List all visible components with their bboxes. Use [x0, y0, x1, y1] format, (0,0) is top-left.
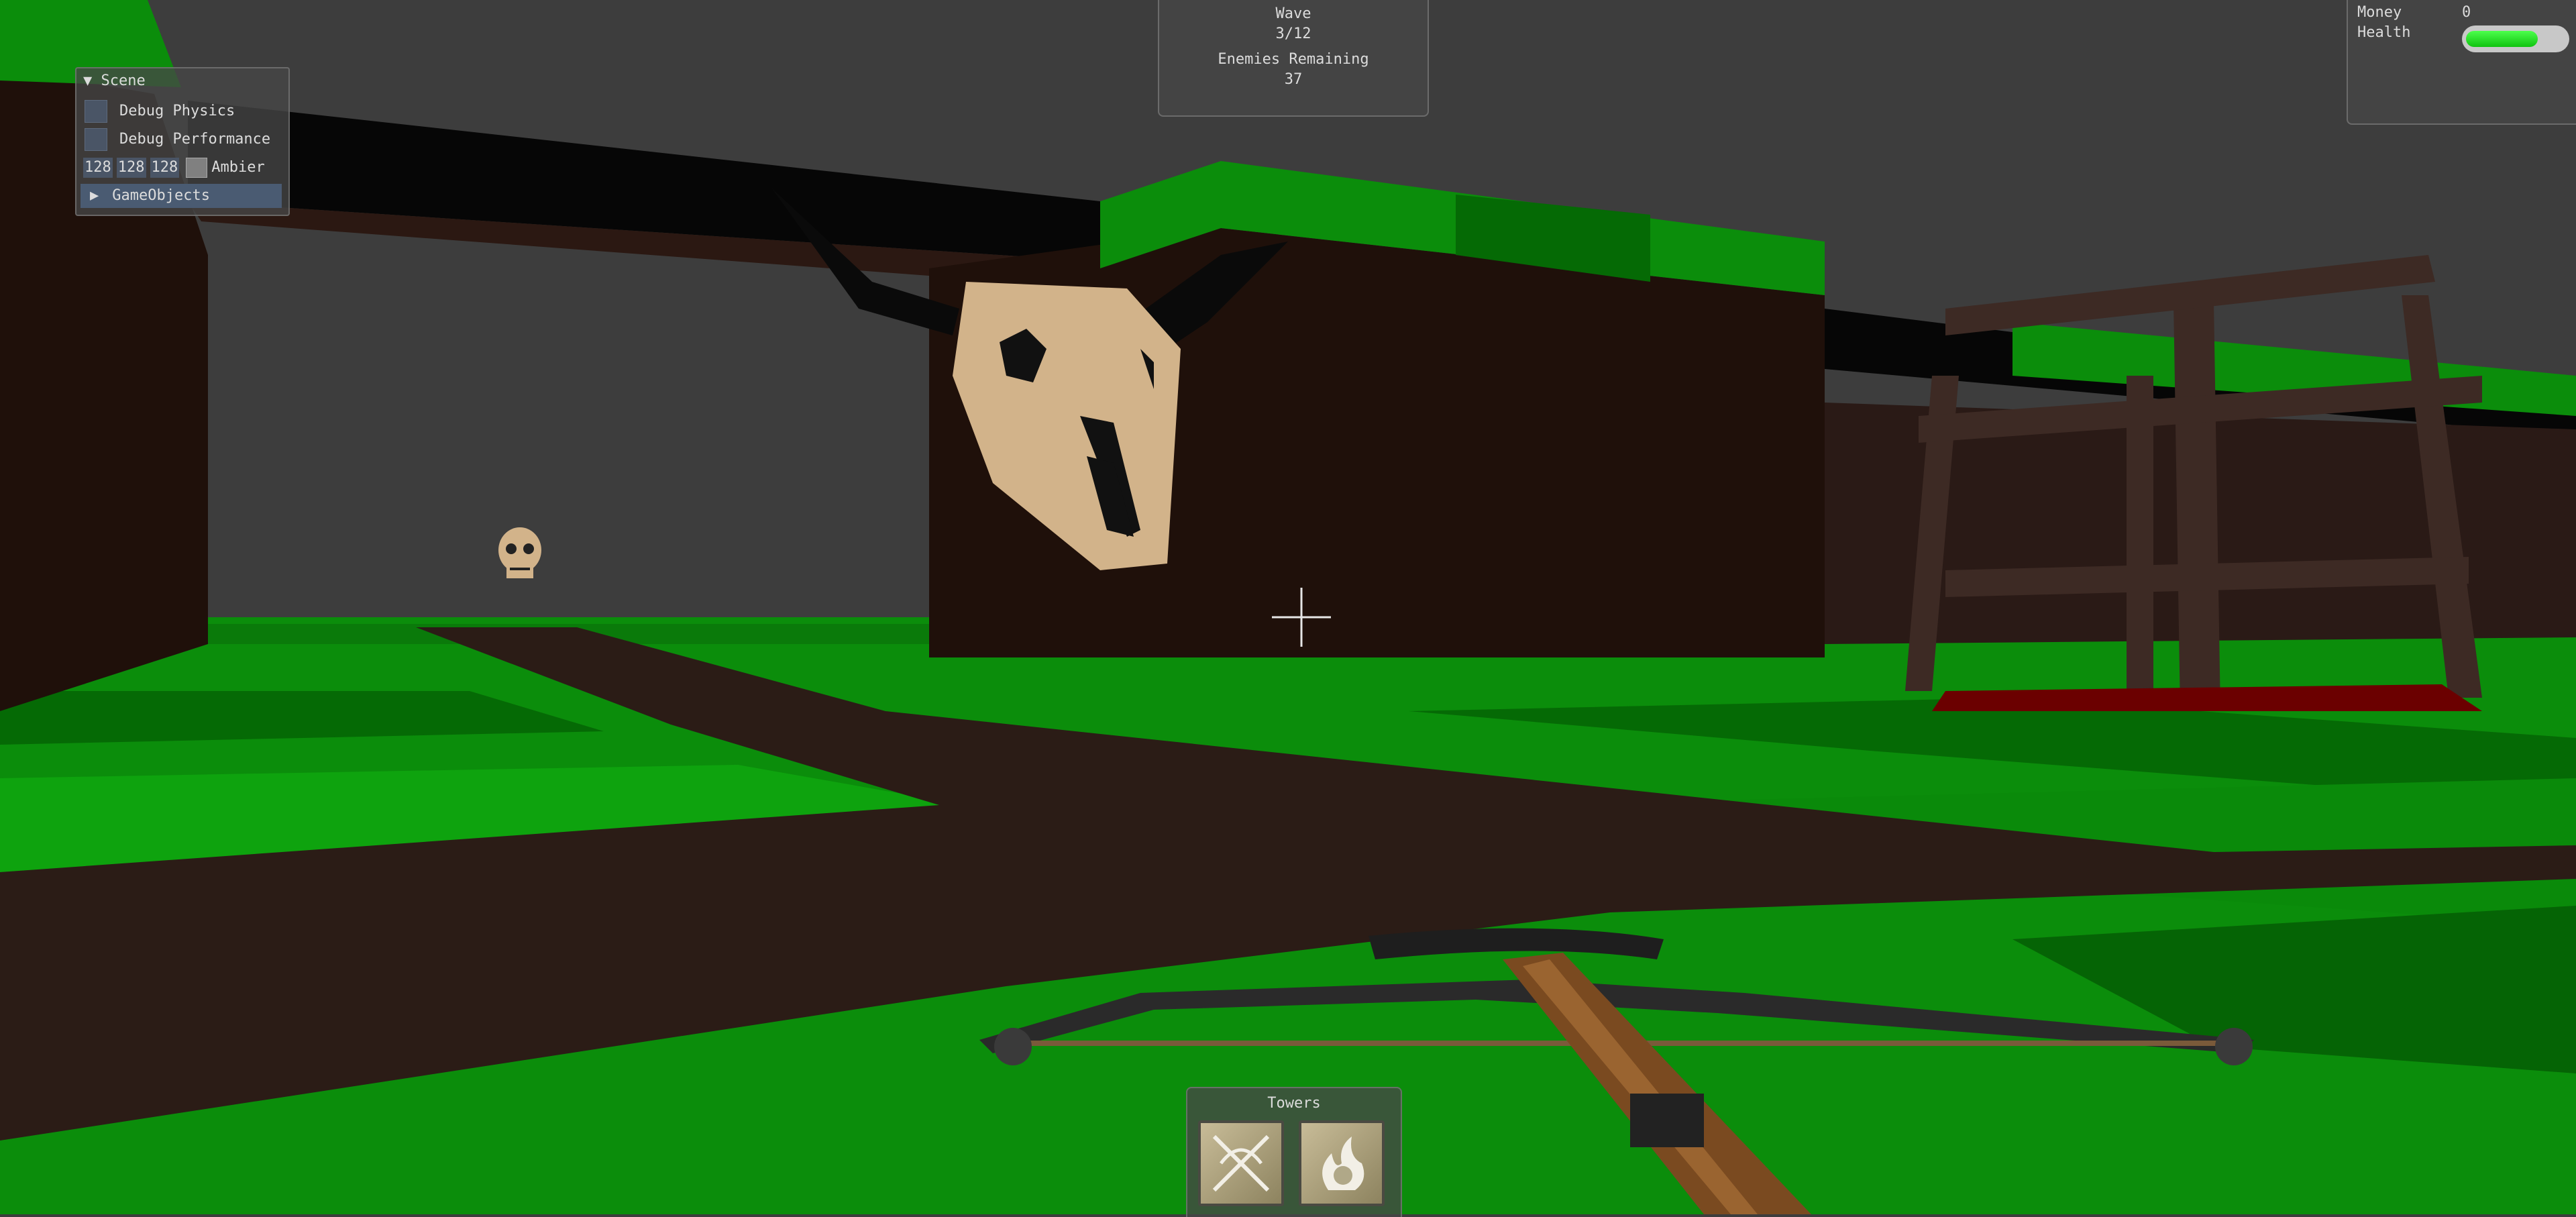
crossbow-tower-icon	[1212, 1134, 1270, 1192]
scene-window-title: Scene	[101, 72, 146, 89]
collapse-triangle-icon[interactable]: ▼	[83, 72, 92, 89]
debug-performance-label: Debug Performance	[119, 131, 271, 148]
fire-tower-button[interactable]	[1299, 1120, 1385, 1206]
debug-performance-checkbox[interactable]	[85, 128, 107, 151]
towers-panel: Towers	[1186, 1087, 1402, 1217]
expand-triangle-icon[interactable]: ▶	[90, 186, 99, 206]
wave-value: 3/12	[1275, 25, 1311, 42]
health-bar	[2462, 25, 2569, 52]
towers-label: Towers	[1267, 1095, 1321, 1112]
ambient-r-field[interactable]: 128	[83, 158, 113, 178]
health-label: Health	[2357, 24, 2411, 41]
ambient-b-field[interactable]: 128	[150, 158, 180, 178]
money-value: 0	[2462, 4, 2471, 21]
ambient-color-swatch[interactable]	[186, 158, 208, 178]
ambient-g-field[interactable]: 128	[116, 158, 146, 178]
ambient-label: Ambier	[211, 159, 265, 176]
scene-window-header[interactable]: ▼ Scene	[83, 71, 146, 91]
debug-physics-checkbox[interactable]	[85, 100, 107, 123]
debug-performance-row[interactable]: Debug Performance	[85, 127, 270, 152]
debug-physics-label: Debug Physics	[119, 103, 235, 119]
crossbow-tower-button[interactable]	[1198, 1120, 1284, 1206]
money-label: Money	[2357, 4, 2402, 21]
fire-tower-icon	[1322, 1136, 1364, 1190]
health-bar-fill	[2466, 31, 2538, 47]
wave-info-panel: Wave 3/12 Enemies Remaining 37	[1158, 0, 1429, 117]
enemies-remaining-value: 37	[1284, 71, 1303, 88]
ambient-color-row: 128 128 128 Ambier	[83, 156, 265, 180]
crosshair-icon	[1272, 588, 1331, 647]
player-stats-panel: Money 0 Health	[2347, 0, 2576, 125]
debug-physics-row[interactable]: Debug Physics	[85, 99, 235, 123]
scene-debug-window[interactable]: ▼ Scene Debug Physics Debug Performance …	[75, 67, 290, 216]
wave-label: Wave	[1275, 5, 1311, 22]
gameobjects-label: GameObjects	[112, 187, 210, 204]
enemies-remaining-label: Enemies Remaining	[1218, 51, 1369, 68]
gameobjects-tree-node[interactable]: ▶ GameObjects	[80, 184, 282, 208]
